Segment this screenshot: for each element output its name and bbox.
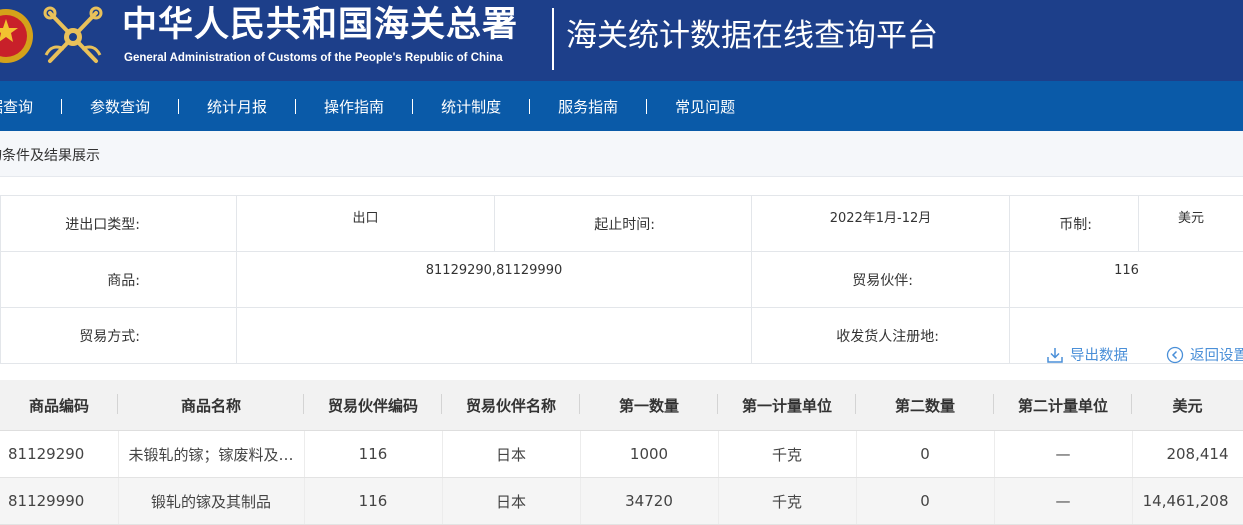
column-header[interactable]: 商品名称 (118, 380, 304, 431)
currency-label: 币制: (1010, 196, 1139, 252)
nav-separator (412, 99, 413, 114)
result-actions: 导出数据 返回设置 (0, 340, 1243, 368)
table-cell: 0 (856, 478, 994, 525)
nav-item-parameter-query[interactable]: 参数查询 (90, 96, 207, 117)
trade-type-label: 进出口类型: (1, 196, 237, 252)
header-divider (552, 8, 554, 70)
commodity-label: 商品: (1, 252, 237, 308)
table-cell: 34720 (580, 478, 718, 525)
national-emblem-icon (0, 3, 34, 69)
section-title-bar: 询条件及结果展示 (0, 131, 1243, 177)
table-cell: — (994, 478, 1132, 525)
table-cell: 0 (856, 431, 994, 478)
table-cell: 208,414 (1132, 431, 1243, 478)
column-header[interactable]: 贸易伙伴编码 (304, 380, 442, 431)
table-cell: 81129290 (0, 431, 118, 478)
nav-item-label: 据查询 (0, 96, 33, 117)
back-icon (1166, 346, 1184, 364)
column-header[interactable]: 商品编码 (0, 380, 118, 431)
column-header[interactable]: 第二计量单位 (994, 380, 1132, 431)
back-to-settings-label: 返回设置 (1190, 344, 1243, 365)
main-nav: 据查询 参数查询 统计月报 操作指南 统计制度 服务指南 常见问题 (0, 81, 1243, 131)
table-cell: 81129990 (0, 478, 118, 525)
table-cell: 116 (304, 431, 442, 478)
nav-item-label: 参数查询 (90, 96, 150, 117)
nav-separator (61, 99, 62, 114)
column-header[interactable]: 美元 (1132, 380, 1243, 431)
table-cell: 未锻轧的镓；镓废料及… (118, 431, 304, 478)
table-cell: 14,461,208 (1132, 478, 1243, 525)
column-header-label: 商品编码 (29, 397, 89, 415)
table-cell: — (994, 431, 1132, 478)
column-header-label: 贸易伙伴编码 (328, 397, 418, 415)
back-to-settings-button[interactable]: 返回设置 (1166, 344, 1243, 365)
platform-title: 海关统计数据在线查询平台 (566, 14, 938, 58)
partner-value: 116 (1010, 252, 1243, 308)
nav-item-faq[interactable]: 常见问题 (675, 96, 735, 117)
table-cell: 千克 (718, 478, 856, 525)
nav-item-label: 操作指南 (324, 96, 384, 117)
column-header-label: 商品名称 (181, 397, 241, 415)
nav-item-data-query[interactable]: 据查询 (0, 96, 90, 117)
table-cell: 日本 (442, 478, 580, 525)
download-icon (1046, 346, 1064, 364)
nav-item-operation-guide[interactable]: 操作指南 (324, 96, 441, 117)
currency-value: 美元 (1139, 196, 1243, 252)
nav-item-monthly-report[interactable]: 统计月报 (207, 96, 324, 117)
table-cell: 日本 (442, 431, 580, 478)
nav-item-service-guide[interactable]: 服务指南 (558, 96, 675, 117)
table-cell: 千克 (718, 431, 856, 478)
table-row: 81129990 锻轧的镓及其制品 116 日本 34720 千克 0 — 14… (0, 478, 1243, 525)
nav-item-label: 统计月报 (207, 96, 267, 117)
column-header[interactable]: 贸易伙伴名称 (442, 380, 580, 431)
nav-item-label: 常见问题 (675, 96, 735, 117)
results-table: 商品编码 商品名称 贸易伙伴编码 贸易伙伴名称 第一数量 第一计量单位 第二数量… (0, 380, 1243, 525)
column-header-label: 第一数量 (619, 397, 679, 415)
table-cell: 116 (304, 478, 442, 525)
nav-separator (295, 99, 296, 114)
nav-separator (178, 99, 179, 114)
column-header-label: 贸易伙伴名称 (466, 397, 556, 415)
results-header-row: 商品编码 商品名称 贸易伙伴编码 贸易伙伴名称 第一数量 第一计量单位 第二数量… (0, 380, 1243, 431)
section-title: 询条件及结果展示 (0, 145, 100, 165)
column-header[interactable]: 第一数量 (580, 380, 718, 431)
site-header: 中华人民共和国海关总署 General Administration of Cu… (0, 0, 1243, 81)
export-data-label: 导出数据 (1070, 344, 1128, 365)
nav-item-label: 服务指南 (558, 96, 618, 117)
column-header-label: 第二计量单位 (1018, 397, 1108, 415)
table-cell: 锻轧的镓及其制品 (118, 478, 304, 525)
partner-label: 贸易伙伴: (752, 252, 1010, 308)
query-criteria-table: 进出口类型: 出口 起止时间: 2022年1月-12月 币制: 美元 商品: 8… (0, 195, 1243, 364)
period-value: 2022年1月-12月 (752, 196, 1010, 252)
column-header[interactable]: 第一计量单位 (718, 380, 856, 431)
nav-separator (529, 99, 530, 114)
customs-emblem-icon (40, 3, 106, 71)
table-row: 81129290 未锻轧的镓；镓废料及… 116 日本 1000 千克 0 — … (0, 431, 1243, 478)
trade-type-value: 出口 (237, 196, 495, 252)
column-header-label: 第二数量 (895, 397, 955, 415)
criteria-row: 进出口类型: 出口 起止时间: 2022年1月-12月 币制: 美元 (1, 196, 1243, 252)
nav-item-statistics-system[interactable]: 统计制度 (441, 96, 558, 117)
commodity-value: 81129290,81129990 (237, 252, 752, 308)
column-header[interactable]: 第二数量 (856, 380, 994, 431)
table-cell: 1000 (580, 431, 718, 478)
criteria-row: 商品: 81129290,81129990 贸易伙伴: 116 (1, 252, 1243, 308)
export-data-button[interactable]: 导出数据 (1046, 344, 1128, 365)
column-header-label: 美元 (1172, 397, 1202, 415)
nav-separator (646, 99, 647, 114)
nav-item-label: 统计制度 (441, 96, 501, 117)
period-label: 起止时间: (495, 196, 752, 252)
org-name-en: General Administration of Customs of the… (124, 52, 503, 64)
column-header-label: 第一计量单位 (742, 397, 832, 415)
org-name-cn: 中华人民共和国海关总署 (122, 0, 518, 50)
